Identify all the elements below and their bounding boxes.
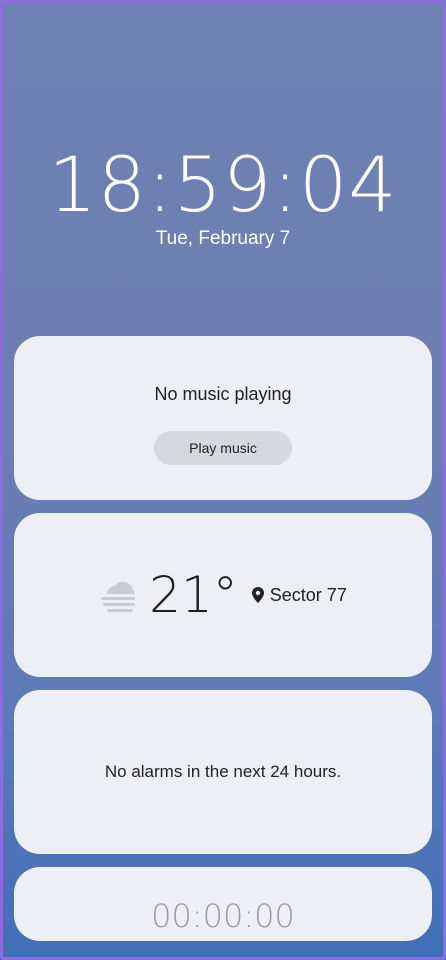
weather-temperature: 21° xyxy=(149,566,238,624)
weather-card[interactable]: 21° Sector 77 xyxy=(14,513,432,677)
weather-location: Sector 77 xyxy=(269,584,347,605)
music-status: No music playing xyxy=(154,384,292,404)
timer-value: 00:00:00 xyxy=(151,897,295,935)
clock-time: 18:59:04 xyxy=(48,140,398,229)
map-pin-icon xyxy=(251,587,264,603)
cloud-fog-icon xyxy=(101,581,136,612)
timer-card[interactable]: 00:00:00 xyxy=(14,867,432,941)
weather-row: 21° Sector 77 xyxy=(14,565,432,625)
clock-date: Tue, February 7 xyxy=(155,228,291,249)
music-card[interactable]: No music playing Play music xyxy=(14,336,432,500)
alarm-status: No alarms in the next 24 hours. xyxy=(104,762,342,781)
play-music-button[interactable]: Play music xyxy=(154,431,292,465)
alarm-card[interactable]: No alarms in the next 24 hours. xyxy=(14,690,432,854)
